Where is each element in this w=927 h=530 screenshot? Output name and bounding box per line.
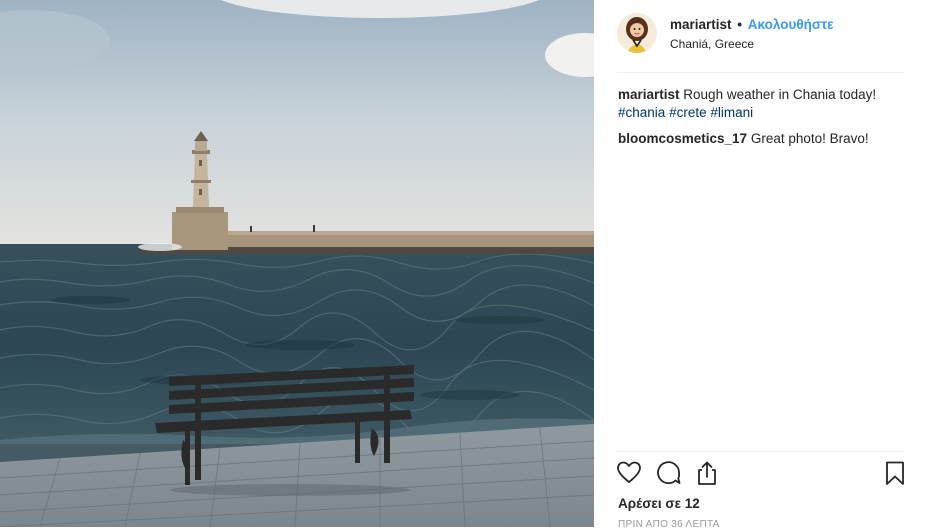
follow-button[interactable]: Ακολουθήστε	[748, 17, 834, 32]
actions-divider	[617, 451, 905, 452]
comment-bubble-icon[interactable]	[656, 460, 682, 486]
likes-count[interactable]: Αρέσει σε 12	[618, 496, 700, 511]
action-bar	[616, 460, 908, 490]
header-line: mariartist • Ακολουθήστε	[670, 16, 834, 34]
lighthouse-bench-photo	[0, 0, 594, 527]
post-header: mariartist • Ακολουθήστε Chaniá, Greece	[594, 0, 927, 72]
share-icon[interactable]	[694, 460, 720, 486]
comments-list: mariartist Rough weather in Chania today…	[618, 86, 908, 156]
comment-text: Great photo! Bravo!	[750, 131, 869, 146]
hashtag-link[interactable]: #limani	[710, 105, 753, 120]
post-timestamp[interactable]: ΠΡΙΝ ΑΠΟ 36 ΛΕΠΤΑ	[618, 519, 720, 530]
author-username[interactable]: mariartist	[670, 17, 732, 32]
bookmark-icon[interactable]	[882, 460, 908, 486]
avatar[interactable]	[617, 13, 657, 53]
header-divider	[617, 72, 905, 73]
caption-comment: mariartist Rough weather in Chania today…	[618, 86, 908, 122]
comment-username[interactable]: bloomcosmetics_17	[618, 131, 747, 146]
comment-text: Rough weather in Chania today!	[683, 87, 877, 102]
hashtag-link[interactable]: #crete	[669, 105, 707, 120]
post-photo[interactable]	[0, 0, 594, 527]
comment: bloomcosmetics_17 Great photo! Bravo!	[618, 130, 908, 148]
post-sidebar: mariartist • Ακολουθήστε Chaniá, Greece …	[594, 0, 927, 530]
location-link[interactable]: Chaniá, Greece	[670, 37, 754, 51]
header-separator: •	[737, 17, 743, 32]
comment-username[interactable]: mariartist	[618, 87, 680, 102]
heart-icon[interactable]	[616, 460, 642, 486]
hashtag-link[interactable]: #chania	[618, 105, 665, 120]
